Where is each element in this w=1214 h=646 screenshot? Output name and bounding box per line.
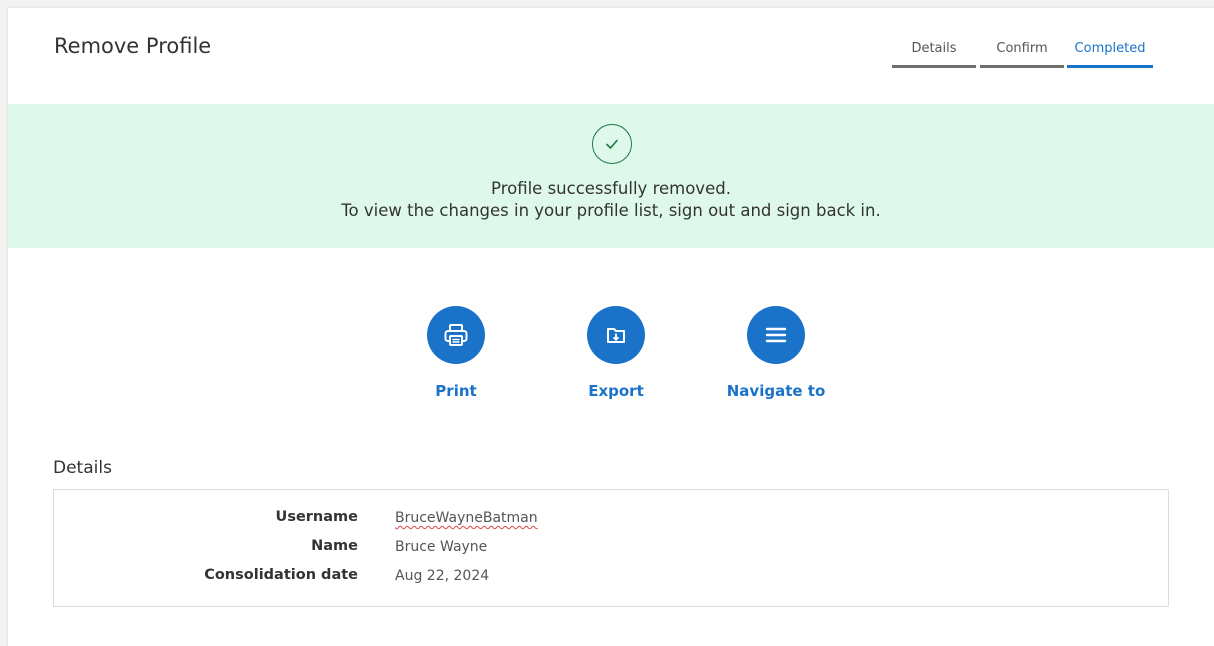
detail-row-username: Username BruceWayneBatman [54,509,1168,531]
detail-label: Name [311,538,358,554]
step-bar [980,65,1064,68]
detail-row-consolidation-date: Consolidation date Aug 22, 2024 [54,567,1168,589]
success-message: Profile successfully removed. [491,179,731,198]
menu-icon[interactable] [747,306,805,364]
export-action[interactable]: Export [556,306,676,400]
detail-value: Aug 22, 2024 [395,568,490,584]
details-heading: Details [53,458,112,478]
detail-value: Bruce Wayne [395,539,488,555]
step-completed: Completed [1067,32,1153,68]
check-circle-icon [592,124,632,164]
step-confirm: Confirm [980,32,1064,68]
detail-label: Username [275,509,358,525]
main-card: Remove Profile Details Confirm Completed… [8,8,1214,646]
export-label[interactable]: Export [556,382,676,400]
navigate-to-label[interactable]: Navigate to [716,382,836,400]
printer-icon[interactable] [427,306,485,364]
detail-row-name: Name Bruce Wayne [54,538,1168,560]
print-action[interactable]: Print [396,306,516,400]
step-label: Details [911,41,957,56]
navigate-to-action[interactable]: Navigate to [716,306,836,400]
details-panel: Username BruceWayneBatman Name Bruce Way… [53,489,1169,607]
detail-value: BruceWayneBatman [395,510,538,526]
step-label: Confirm [996,41,1048,56]
step-bar [892,65,976,68]
step-bar [1067,65,1153,68]
detail-label: Consolidation date [204,567,358,583]
success-banner: Profile successfully removed. To view th… [8,104,1214,248]
page-title: Remove Profile [54,34,212,58]
step-details: Details [892,32,976,68]
step-label: Completed [1074,41,1146,56]
success-instruction: To view the changes in your profile list… [341,201,881,220]
export-folder-icon[interactable] [587,306,645,364]
print-label[interactable]: Print [396,382,516,400]
